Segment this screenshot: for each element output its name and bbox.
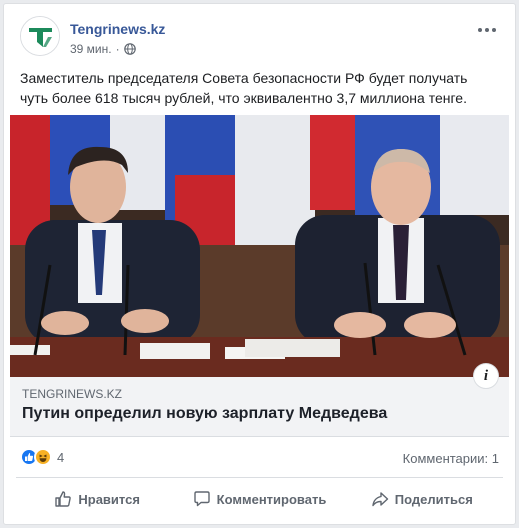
post-meta: 39 мин. · — [70, 42, 136, 56]
reaction-count: 4 — [57, 449, 65, 465]
page-avatar[interactable] — [20, 16, 60, 56]
share-label: Поделиться — [394, 491, 473, 507]
page-name-link[interactable]: Tengrinews.kz — [70, 21, 165, 37]
post-header: Tengrinews.kz 39 мин. · — [20, 16, 503, 60]
info-icon[interactable]: i — [473, 363, 499, 389]
share-button[interactable]: Поделиться — [341, 482, 503, 516]
comment-icon — [193, 491, 210, 507]
post-stats: 4 Комментарии: 1 — [20, 445, 499, 469]
globe-icon — [123, 43, 136, 55]
post-time[interactable]: 39 мин. — [70, 42, 112, 56]
share-icon — [372, 492, 388, 507]
link-preview[interactable]: TENGRINEWS.KZ Путин определил новую зарп… — [10, 363, 509, 437]
meta-separator: · — [115, 42, 120, 56]
haha-reaction-icon — [34, 448, 52, 466]
post-text: Заместитель председателя Совета безопасн… — [20, 70, 468, 106]
comment-label: Комментировать — [216, 491, 327, 507]
reactions-summary[interactable]: 4 — [20, 448, 64, 466]
link-headline[interactable]: Путин определил новую зарплату Медведева — [22, 405, 387, 423]
like-label: Нравится — [78, 491, 140, 507]
post-actions: Нравится Комментировать Поделиться — [16, 482, 503, 516]
more-options-icon[interactable] — [475, 22, 499, 38]
comment-button[interactable]: Комментировать — [178, 482, 340, 516]
link-domain: TENGRINEWS.KZ — [22, 387, 123, 401]
comments-count-link[interactable]: Комментарии: 1 — [403, 451, 499, 466]
post-card: Tengrinews.kz 39 мин. · Заместитель пред… — [3, 3, 516, 525]
post-photo[interactable] — [10, 115, 509, 377]
photo-illustration — [10, 115, 509, 377]
thumbs-up-icon — [55, 491, 72, 507]
like-button[interactable]: Нравится — [16, 482, 178, 516]
actions-divider — [16, 477, 503, 478]
tengrinews-logo — [21, 17, 59, 55]
